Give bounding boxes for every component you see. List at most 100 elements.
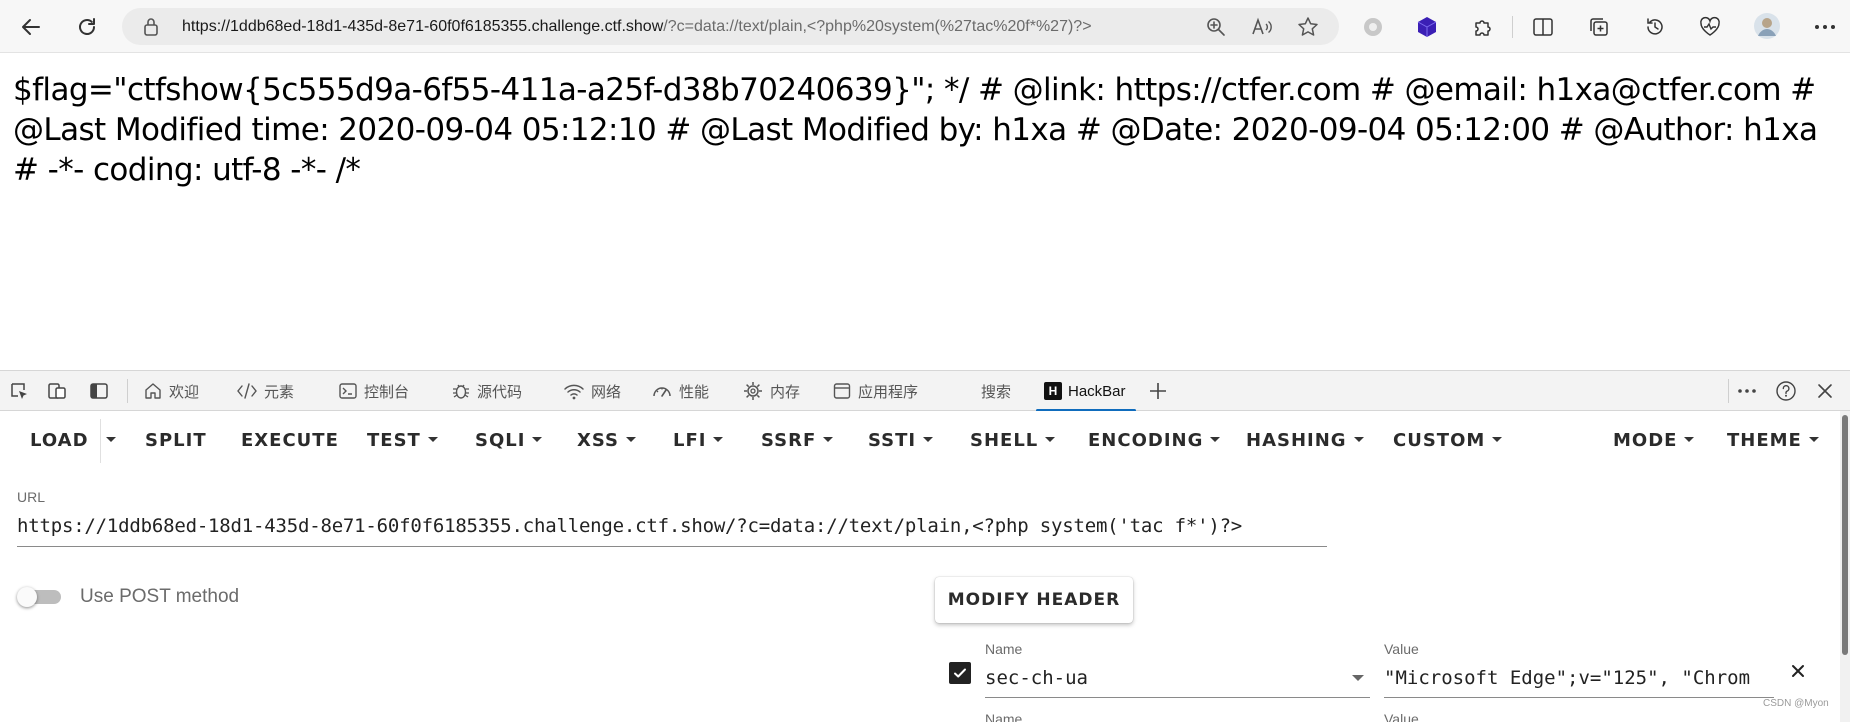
- execute-button[interactable]: EXECUTE: [241, 427, 339, 455]
- device-emulation-icon[interactable]: [46, 380, 68, 402]
- split-screen-icon[interactable]: [1530, 14, 1556, 40]
- tab-elements-label: 元素: [264, 383, 295, 401]
- chevron-down-icon: [532, 437, 543, 442]
- tab-console[interactable]: 控制台: [338, 371, 409, 411]
- header-enabled-checkbox[interactable]: [949, 662, 971, 684]
- xss-menu[interactable]: XSS: [577, 427, 636, 455]
- remove-header-close-icon[interactable]: [1787, 660, 1809, 682]
- tab-performance[interactable]: 性能: [651, 371, 709, 411]
- help-icon[interactable]: [1775, 380, 1797, 402]
- address-bar[interactable]: https://1ddb68ed-18d1-435d-8e71-60f0f618…: [122, 8, 1339, 45]
- header-value-label-2: Value: [1384, 711, 1419, 722]
- post-method-toggle[interactable]: [17, 587, 65, 607]
- devtools-more-icon[interactable]: [1736, 380, 1758, 402]
- history-icon[interactable]: [1642, 14, 1668, 40]
- header-name-select[interactable]: sec-ch-ua: [985, 667, 1335, 689]
- extension-circle-icon[interactable]: [1360, 14, 1386, 40]
- tab-memory[interactable]: 内存: [742, 371, 800, 411]
- extensions-puzzle-icon[interactable]: [1470, 14, 1496, 40]
- chip-icon: [744, 382, 762, 400]
- tab-elements[interactable]: 元素: [236, 371, 294, 411]
- tab-sources[interactable]: 源代码: [451, 371, 522, 411]
- hashing-menu[interactable]: HASHING: [1246, 427, 1364, 455]
- check-icon: [954, 668, 966, 678]
- code-icon: [237, 383, 257, 399]
- performance-heart-icon[interactable]: [1697, 14, 1723, 40]
- header-name-label-2: Name: [985, 711, 1023, 722]
- sqli-menu[interactable]: SQLI: [475, 427, 543, 455]
- encoding-label: ENCODING: [1088, 430, 1204, 451]
- post-method-label: Use POST method: [80, 586, 240, 607]
- tab-welcome[interactable]: 欢迎: [143, 371, 199, 411]
- load-button[interactable]: LOAD: [30, 427, 89, 455]
- read-aloud-icon[interactable]: [1250, 15, 1274, 39]
- window-icon: [833, 383, 851, 399]
- tab-network[interactable]: 网络: [563, 371, 621, 411]
- chevron-down-icon: [923, 437, 934, 442]
- chevron-down-icon: [1808, 437, 1819, 442]
- load-dropdown-caret[interactable]: [106, 427, 116, 455]
- chevron-down-icon[interactable]: [1352, 675, 1364, 681]
- page-viewport: $flag="ctfshow{5c555d9a-6f55-411a-a25f-d…: [0, 54, 1850, 370]
- close-devtools-icon[interactable]: [1814, 380, 1836, 402]
- tab-hackbar-label: HackBar: [1068, 382, 1126, 400]
- ssti-menu[interactable]: SSTI: [868, 427, 934, 455]
- tab-hackbar[interactable]: H HackBar: [1036, 371, 1136, 412]
- inspect-element-icon[interactable]: [8, 380, 30, 402]
- favorite-star-icon[interactable]: [1296, 15, 1320, 39]
- tab-performance-label: 性能: [679, 383, 710, 401]
- encoding-menu[interactable]: ENCODING: [1088, 427, 1221, 455]
- tab-search[interactable]: 搜索: [981, 371, 1011, 411]
- mode-menu[interactable]: MODE: [1613, 427, 1695, 455]
- refresh-icon[interactable]: [70, 10, 104, 44]
- chevron-down-icon: [713, 437, 724, 442]
- tab-sources-label: 源代码: [477, 383, 523, 401]
- extension-cube-icon[interactable]: [1414, 14, 1440, 40]
- modify-header-label: MODIFY HEADER: [947, 590, 1121, 610]
- toolbar-divider: [1512, 16, 1513, 38]
- address-url[interactable]: https://1ddb68ed-18d1-435d-8e71-60f0f618…: [182, 8, 1282, 45]
- zoom-icon[interactable]: [1204, 15, 1228, 39]
- chevron-down-icon: [427, 437, 438, 442]
- chevron-down-icon: [1492, 437, 1503, 442]
- dock-side-icon[interactable]: [88, 380, 110, 402]
- profile-avatar[interactable]: [1752, 11, 1782, 41]
- chevron-down-icon: [1045, 437, 1056, 442]
- custom-menu[interactable]: CUSTOM: [1393, 427, 1503, 455]
- lfi-label: LFI: [673, 430, 707, 451]
- chevron-down-icon: [1353, 437, 1364, 442]
- load-split-divider: [100, 419, 101, 463]
- url-input[interactable]: https://1ddb68ed-18d1-435d-8e71-60f0f618…: [17, 515, 1327, 537]
- load-label: LOAD: [30, 430, 89, 451]
- devtools-tab-bar: 欢迎 元素 控制台 源代码 网络 性能 内存 应用程序 搜索 H HackBar: [0, 370, 1850, 412]
- add-tab-plus-icon[interactable]: [1147, 380, 1169, 402]
- mode-label: MODE: [1613, 430, 1678, 451]
- page-output-text: $flag="ctfshow{5c555d9a-6f55-411a-a25f-d…: [13, 72, 1818, 188]
- theme-label: THEME: [1727, 430, 1802, 451]
- collections-icon[interactable]: [1586, 14, 1612, 40]
- lfi-menu[interactable]: LFI: [673, 427, 724, 455]
- split-button[interactable]: SPLIT: [145, 427, 207, 455]
- shell-label: SHELL: [970, 430, 1039, 451]
- tab-application[interactable]: 应用程序: [832, 371, 918, 411]
- ssrf-label: SSRF: [761, 430, 817, 451]
- split-label: SPLIT: [145, 430, 207, 451]
- gauge-icon: [653, 387, 671, 397]
- chevron-down-icon: [626, 437, 636, 442]
- theme-menu[interactable]: THEME: [1727, 427, 1819, 455]
- test-menu[interactable]: TEST: [367, 427, 438, 455]
- modify-header-button[interactable]: MODIFY HEADER: [935, 577, 1133, 623]
- url-path: /?c=data://text/plain,<?php%20system(%27…: [663, 18, 1092, 35]
- lock-icon[interactable]: [142, 17, 160, 42]
- url-field-label: URL: [17, 489, 46, 505]
- back-icon[interactable]: [14, 10, 48, 44]
- wifi-icon: [564, 384, 584, 400]
- scrollbar-thumb[interactable]: [1842, 415, 1848, 655]
- more-menu-icon[interactable]: [1812, 14, 1838, 40]
- ssti-label: SSTI: [868, 430, 917, 451]
- header-value-input[interactable]: "Microsoft Edge";v="125", "Chrom: [1384, 667, 1774, 689]
- hackbar-scrollbar[interactable]: [1840, 411, 1850, 722]
- header-value-label: Value: [1384, 641, 1419, 657]
- ssrf-menu[interactable]: SSRF: [761, 427, 834, 455]
- shell-menu[interactable]: SHELL: [970, 427, 1056, 455]
